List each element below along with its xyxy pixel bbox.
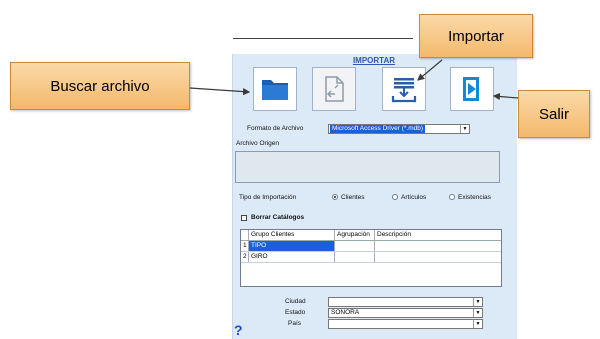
callout-buscar-archivo: Buscar archivo xyxy=(10,62,190,110)
callout-arrow-importar xyxy=(417,59,443,81)
callout-importar: Importar xyxy=(419,14,533,58)
callout-arrow-salir xyxy=(492,92,519,101)
callout-arrow-buscar xyxy=(189,87,251,96)
callout-salir: Salir xyxy=(518,90,590,138)
